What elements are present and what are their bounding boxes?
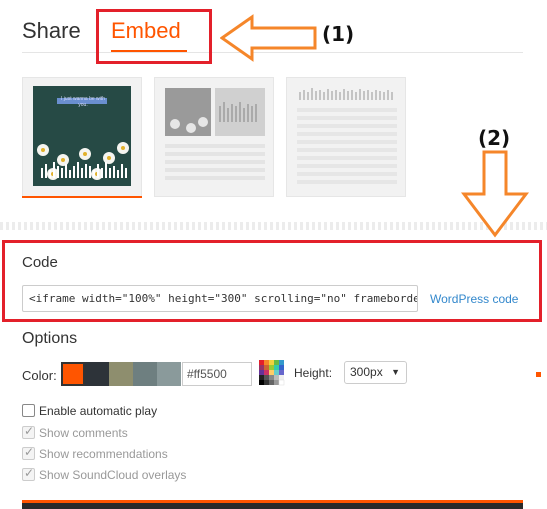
down-arrow-annotation-icon xyxy=(460,150,530,238)
annotation-label-2: (2) xyxy=(478,126,511,150)
color-swatch-olive[interactable] xyxy=(109,362,133,386)
color-swatch-slate[interactable] xyxy=(133,362,157,386)
autoplay-label: Enable automatic play xyxy=(39,403,158,418)
orange-marker xyxy=(536,372,541,377)
color-swatch-orange[interactable] xyxy=(61,362,85,386)
embed-code-field[interactable]: <iframe width="100%" height="300" scroll… xyxy=(22,285,418,312)
highlight-box-embed-tab xyxy=(96,9,212,64)
show-comments-label: Show comments xyxy=(39,425,128,440)
checkbox-row-overlays: Show SoundCloud overlays xyxy=(22,466,187,482)
show-overlays-checkbox xyxy=(22,466,35,482)
show-recommendations-checkbox xyxy=(22,445,35,461)
widget-style-classic[interactable] xyxy=(154,77,274,197)
color-swatch-dark[interactable] xyxy=(85,362,109,386)
height-label: Height: xyxy=(294,366,333,380)
thumbnail-caption: I just wanna be with you. xyxy=(61,96,105,108)
color-hex-input[interactable]: #ff5500 xyxy=(182,362,252,386)
chevron-down-icon: ▼ xyxy=(391,367,400,377)
code-section-title: Code xyxy=(22,254,58,271)
preview-player-bar xyxy=(22,500,523,509)
show-recommendations-label: Show recommendations xyxy=(39,446,168,461)
color-swatch-gray[interactable] xyxy=(157,362,181,386)
tab-share[interactable]: Share xyxy=(22,18,81,44)
color-label: Color: xyxy=(22,368,57,383)
checkbox-row-comments: Show comments xyxy=(22,424,128,440)
classic-preview-icon xyxy=(165,88,265,180)
height-select-value: 300px xyxy=(350,365,383,379)
left-arrow-annotation-icon xyxy=(220,14,317,62)
minimal-preview-icon xyxy=(297,88,397,184)
widget-style-minimal[interactable] xyxy=(286,77,406,197)
wordpress-code-link[interactable]: WordPress code xyxy=(430,292,518,306)
selected-widget-indicator xyxy=(22,196,142,198)
show-overlays-label: Show SoundCloud overlays xyxy=(39,467,187,482)
annotation-label-1: (1) xyxy=(322,22,355,46)
widget-style-visual[interactable]: I just wanna be with you. xyxy=(22,77,142,197)
color-palette-icon[interactable] xyxy=(259,360,285,386)
options-title: Options xyxy=(22,330,78,347)
checkbox-row-autoplay[interactable]: Enable automatic play xyxy=(22,403,157,418)
autoplay-checkbox[interactable] xyxy=(22,404,35,418)
checkbox-row-recommendations: Show recommendations xyxy=(22,445,168,461)
show-comments-checkbox xyxy=(22,424,35,440)
height-select[interactable]: 300px ▼ xyxy=(344,361,407,384)
